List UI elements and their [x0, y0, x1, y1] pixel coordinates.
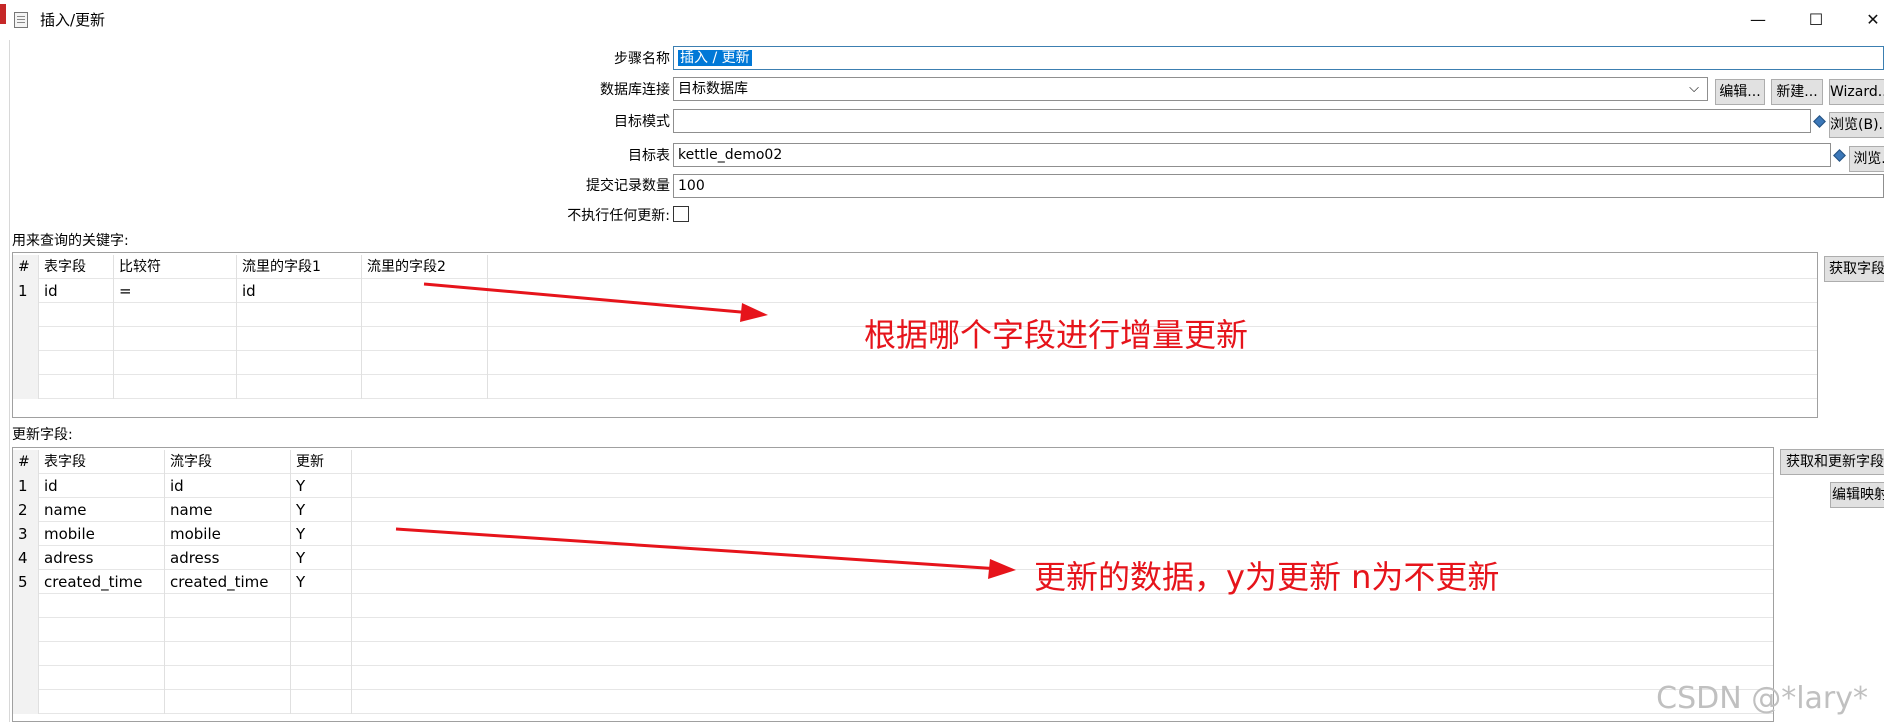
key-annotation-text: 根据哪个字段进行增量更新	[864, 316, 1249, 354]
annotation-arrows	[395, 282, 1016, 579]
key-arrow	[423, 282, 768, 322]
watermark: CSDN @*lary*	[1656, 681, 1868, 716]
update-arrow	[395, 527, 1016, 579]
update-annotation-text: 更新的数据，y为更新 n为不更新	[1034, 558, 1500, 596]
